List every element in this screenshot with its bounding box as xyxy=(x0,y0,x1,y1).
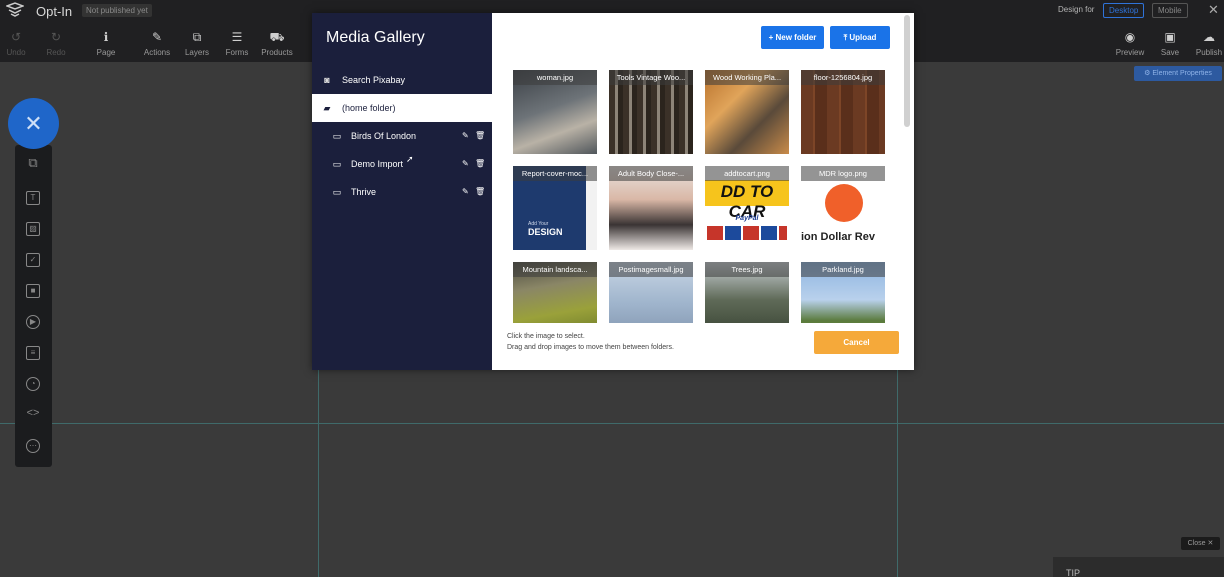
box-icon[interactable]: ■ xyxy=(26,284,40,298)
folder-item-birds-of-london[interactable]: ▭ Birds Of London ✎ 🗑 xyxy=(312,122,492,150)
undo-icon: ↺ xyxy=(10,30,22,44)
puzzle-icon[interactable]: ⧉ xyxy=(26,156,40,171)
image-filename: woman.jpg xyxy=(513,70,597,85)
mdr-logo-circle xyxy=(825,184,863,222)
desktop-mode-button[interactable]: Desktop xyxy=(1103,3,1145,18)
wand-icon: ✎ xyxy=(151,30,163,44)
image-icon[interactable]: ▨ xyxy=(26,222,40,236)
media-gallery-modal: Media Gallery ◙ Search Pixabay ▰ (home f… xyxy=(312,13,914,370)
save-button[interactable]: ▣ Save xyxy=(1150,30,1190,57)
actions-button[interactable]: ✎ Actions xyxy=(137,30,177,57)
gallery-scrollbar[interactable] xyxy=(904,15,910,127)
image-filename: Mountain landsca... xyxy=(513,262,597,277)
image-filename: Wood Working Pla... xyxy=(705,70,789,85)
tip-panel: TIP xyxy=(1053,557,1224,577)
folder-icon: ▭ xyxy=(332,187,342,197)
folder-icon: ▭ xyxy=(332,159,342,169)
element-properties-button[interactable]: ⚙ Element Properties xyxy=(1134,66,1222,81)
media-gallery-title: Media Gallery xyxy=(326,29,425,46)
camera-icon: ◙ xyxy=(324,75,330,85)
left-element-toolbar: ⧉ T ▨ ✓ ■ ▶ ≡ ◔ <> ⋯ xyxy=(15,145,52,467)
image-thumb[interactable]: woman.jpg xyxy=(513,70,597,154)
list-icon[interactable]: ≡ xyxy=(26,346,40,360)
play-icon[interactable]: ▶ xyxy=(26,315,40,329)
image-thumb[interactable]: Parkland.jpg xyxy=(801,262,885,323)
publish-status-badge: Not published yet xyxy=(82,4,152,17)
folder-item-thrive[interactable]: ▭ Thrive ✎ 🗑 xyxy=(312,178,492,206)
media-gallery-sidebar: Media Gallery ◙ Search Pixabay ▰ (home f… xyxy=(312,13,492,370)
eye-icon: ◉ xyxy=(1124,30,1136,44)
payment-cards-shape xyxy=(707,226,787,240)
cart-icon: ⛟ xyxy=(269,30,285,44)
canvas-guide-line xyxy=(0,423,1224,424)
image-thumb[interactable]: Trees.jpg xyxy=(705,262,789,323)
image-filename: MDR logo.png xyxy=(801,166,885,181)
help-text-drag: Drag and drop images to move them betwee… xyxy=(507,344,674,351)
code-icon[interactable]: <> xyxy=(26,408,40,422)
image-thumb[interactable]: Tools Vintage Woo... xyxy=(609,70,693,154)
close-tip-button[interactable]: Close ✕ xyxy=(1181,537,1220,550)
forms-icon: ☰ xyxy=(231,30,243,44)
image-filename: addtocart.png xyxy=(705,166,789,181)
close-editor-icon[interactable]: ✕ xyxy=(1208,2,1219,18)
image-thumb[interactable]: Mountain landsca... xyxy=(513,262,597,323)
app-logo-icon xyxy=(6,2,24,17)
products-button[interactable]: ⛟ Products xyxy=(257,30,297,57)
image-filename: Tools Vintage Woo... xyxy=(609,70,693,85)
redo-icon: ↻ xyxy=(50,30,62,44)
search-pixabay-item[interactable]: ◙ Search Pixabay xyxy=(312,66,492,94)
info-icon: ℹ xyxy=(103,30,109,44)
close-fab-button[interactable]: ✕ xyxy=(8,98,59,149)
redo-button[interactable]: ↻ Redo xyxy=(36,30,76,57)
timer-icon[interactable]: ◔ xyxy=(26,377,40,391)
cancel-button[interactable]: Cancel xyxy=(814,331,899,354)
image-filename: Adult Body Close-... xyxy=(609,166,693,181)
delete-folder-icon[interactable]: 🗑 xyxy=(475,122,485,150)
new-folder-button[interactable]: + New folder xyxy=(761,26,824,49)
tip-label: TIP xyxy=(1066,568,1081,577)
image-thumb[interactable]: Add Your DESIGN Report-cover-moc... xyxy=(513,166,597,250)
design-for-label: Design for xyxy=(1058,5,1095,14)
publish-button[interactable]: ☁ Publish xyxy=(1189,30,1224,57)
help-text-select: Click the image to select. xyxy=(507,333,585,340)
page-title: Opt-In xyxy=(36,4,73,19)
text-icon[interactable]: T xyxy=(26,191,40,205)
image-filename: Postimagesmall.jpg xyxy=(609,262,693,277)
forms-button[interactable]: ☰ Forms xyxy=(217,30,257,57)
image-thumb[interactable]: DD TO CAR PayPal addtocart.png xyxy=(705,166,789,250)
image-thumb[interactable]: floor-1256804.jpg xyxy=(801,70,885,154)
preview-button[interactable]: ◉ Preview xyxy=(1110,30,1150,57)
mobile-mode-button[interactable]: Mobile xyxy=(1152,3,1188,18)
layers-icon: ⧉ xyxy=(192,30,202,44)
more-icon[interactable]: ⋯ xyxy=(26,439,40,453)
image-grid: woman.jpg Tools Vintage Woo... Wood Work… xyxy=(513,70,895,323)
mouse-cursor-icon: ➚ xyxy=(406,154,414,164)
home-folder-item[interactable]: ▰ (home folder) xyxy=(312,94,492,122)
image-thumb[interactable]: Postimagesmall.jpg xyxy=(609,262,693,323)
save-icon: ▣ xyxy=(1164,30,1176,44)
folder-item-demo-import[interactable]: ▭ Demo Import ✎ 🗑 xyxy=(312,150,492,178)
folder-icon: ▭ xyxy=(332,131,342,141)
delete-folder-icon[interactable]: 🗑 xyxy=(475,178,485,206)
folder-open-icon: ▰ xyxy=(323,103,331,113)
upload-button[interactable]: ⤒ Upload xyxy=(830,26,890,49)
image-filename: Parkland.jpg xyxy=(801,262,885,277)
image-filename: floor-1256804.jpg xyxy=(801,70,885,85)
image-filename: Report-cover-moc... xyxy=(513,166,597,181)
image-thumb[interactable]: Adult Body Close-... xyxy=(609,166,693,250)
image-thumb[interactable]: Wood Working Pla... xyxy=(705,70,789,154)
edit-folder-icon[interactable]: ✎ xyxy=(462,122,469,150)
layers-button[interactable]: ⧉ Layers xyxy=(177,30,217,57)
delete-folder-icon[interactable]: 🗑 xyxy=(475,150,485,178)
page-button[interactable]: ℹ Page xyxy=(86,30,126,57)
edit-folder-icon[interactable]: ✎ xyxy=(462,150,469,178)
image-thumb[interactable]: ion Dollar Rev MDR logo.png xyxy=(801,166,885,250)
edit-folder-icon[interactable]: ✎ xyxy=(462,178,469,206)
image-filename: Trees.jpg xyxy=(705,262,789,277)
undo-button[interactable]: ↺ Undo xyxy=(0,30,36,57)
cloud-upload-icon: ☁ xyxy=(1203,30,1215,44)
checkbox-icon[interactable]: ✓ xyxy=(26,253,40,267)
